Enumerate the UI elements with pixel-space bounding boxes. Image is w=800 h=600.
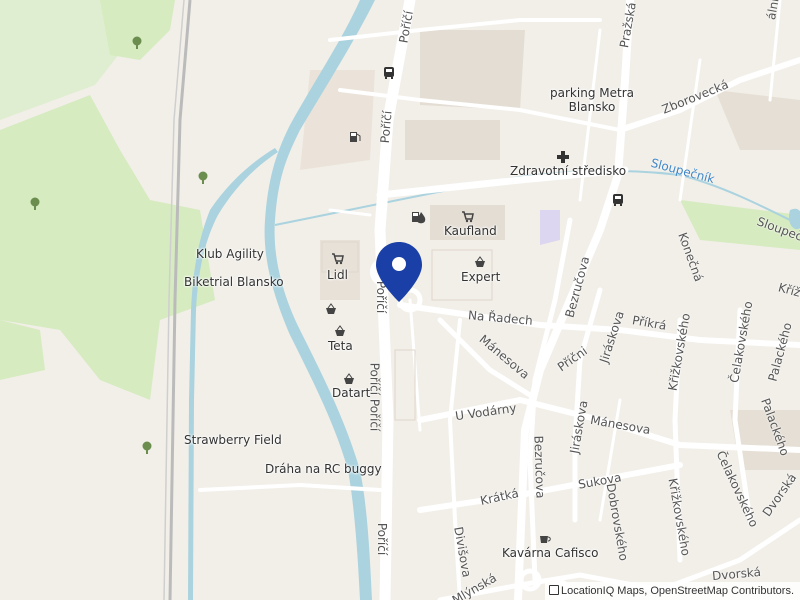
fire-icon[interactable]	[414, 211, 428, 228]
label-parking-metra: parking Metra Blansko	[550, 86, 634, 114]
tree-icon	[196, 170, 210, 189]
building-block	[715, 90, 800, 150]
parking-lot	[394, 349, 416, 421]
street-label: Poříčí Poříčí	[367, 362, 382, 432]
building-block	[420, 30, 525, 110]
label-kaufland: Kaufland	[444, 224, 497, 238]
map-view[interactable]: parking Metra Blansko Zdravotní středisk…	[0, 0, 800, 600]
bus-stop-icon[interactable]	[382, 66, 396, 83]
street-label: Poříčí	[377, 110, 395, 144]
info-icon[interactable]	[549, 585, 560, 595]
label-strawberry-field: Strawberry Field	[184, 433, 282, 447]
shop-basket-icon[interactable]	[324, 302, 338, 319]
park-area	[540, 210, 560, 245]
label-biketrial-blansko: Biketrial Blansko	[184, 275, 284, 289]
label-teta: Teta	[328, 339, 353, 353]
river	[188, 148, 278, 600]
label-kavarna-cafisco: Kavárna Cafisco	[502, 546, 599, 560]
attribution-text[interactable]: LocationIQ Maps, OpenStreetMap Contribut…	[561, 585, 794, 597]
street-label: Poříčí	[375, 522, 390, 556]
park-area	[0, 320, 45, 380]
fuel-station-icon[interactable]	[348, 130, 362, 147]
road-bezrucova	[527, 217, 573, 583]
bus-stop-icon[interactable]	[611, 193, 625, 210]
tree-icon	[28, 196, 42, 215]
label-draha-rc-buggy: Dráha na RC buggy	[265, 462, 382, 476]
road-sukova	[417, 462, 683, 513]
building-block	[405, 120, 500, 160]
label-zdravotni-stredisko: Zdravotní středisko	[510, 164, 627, 178]
tree-icon	[130, 35, 144, 54]
street-label: Bezručova	[531, 435, 548, 499]
shop-cart-icon[interactable]	[331, 252, 345, 269]
location-pin-icon[interactable]	[374, 240, 424, 310]
building-block	[300, 70, 375, 170]
map-attribution[interactable]: LocationIQ Maps, OpenStreetMap Contribut…	[545, 582, 800, 600]
label-lidl: Lidl	[327, 268, 348, 282]
label-expert: Expert	[461, 270, 501, 284]
label-klub-agility: Klub Agility	[196, 247, 264, 261]
label-datart: Datart	[332, 386, 371, 400]
tree-icon	[140, 440, 154, 459]
